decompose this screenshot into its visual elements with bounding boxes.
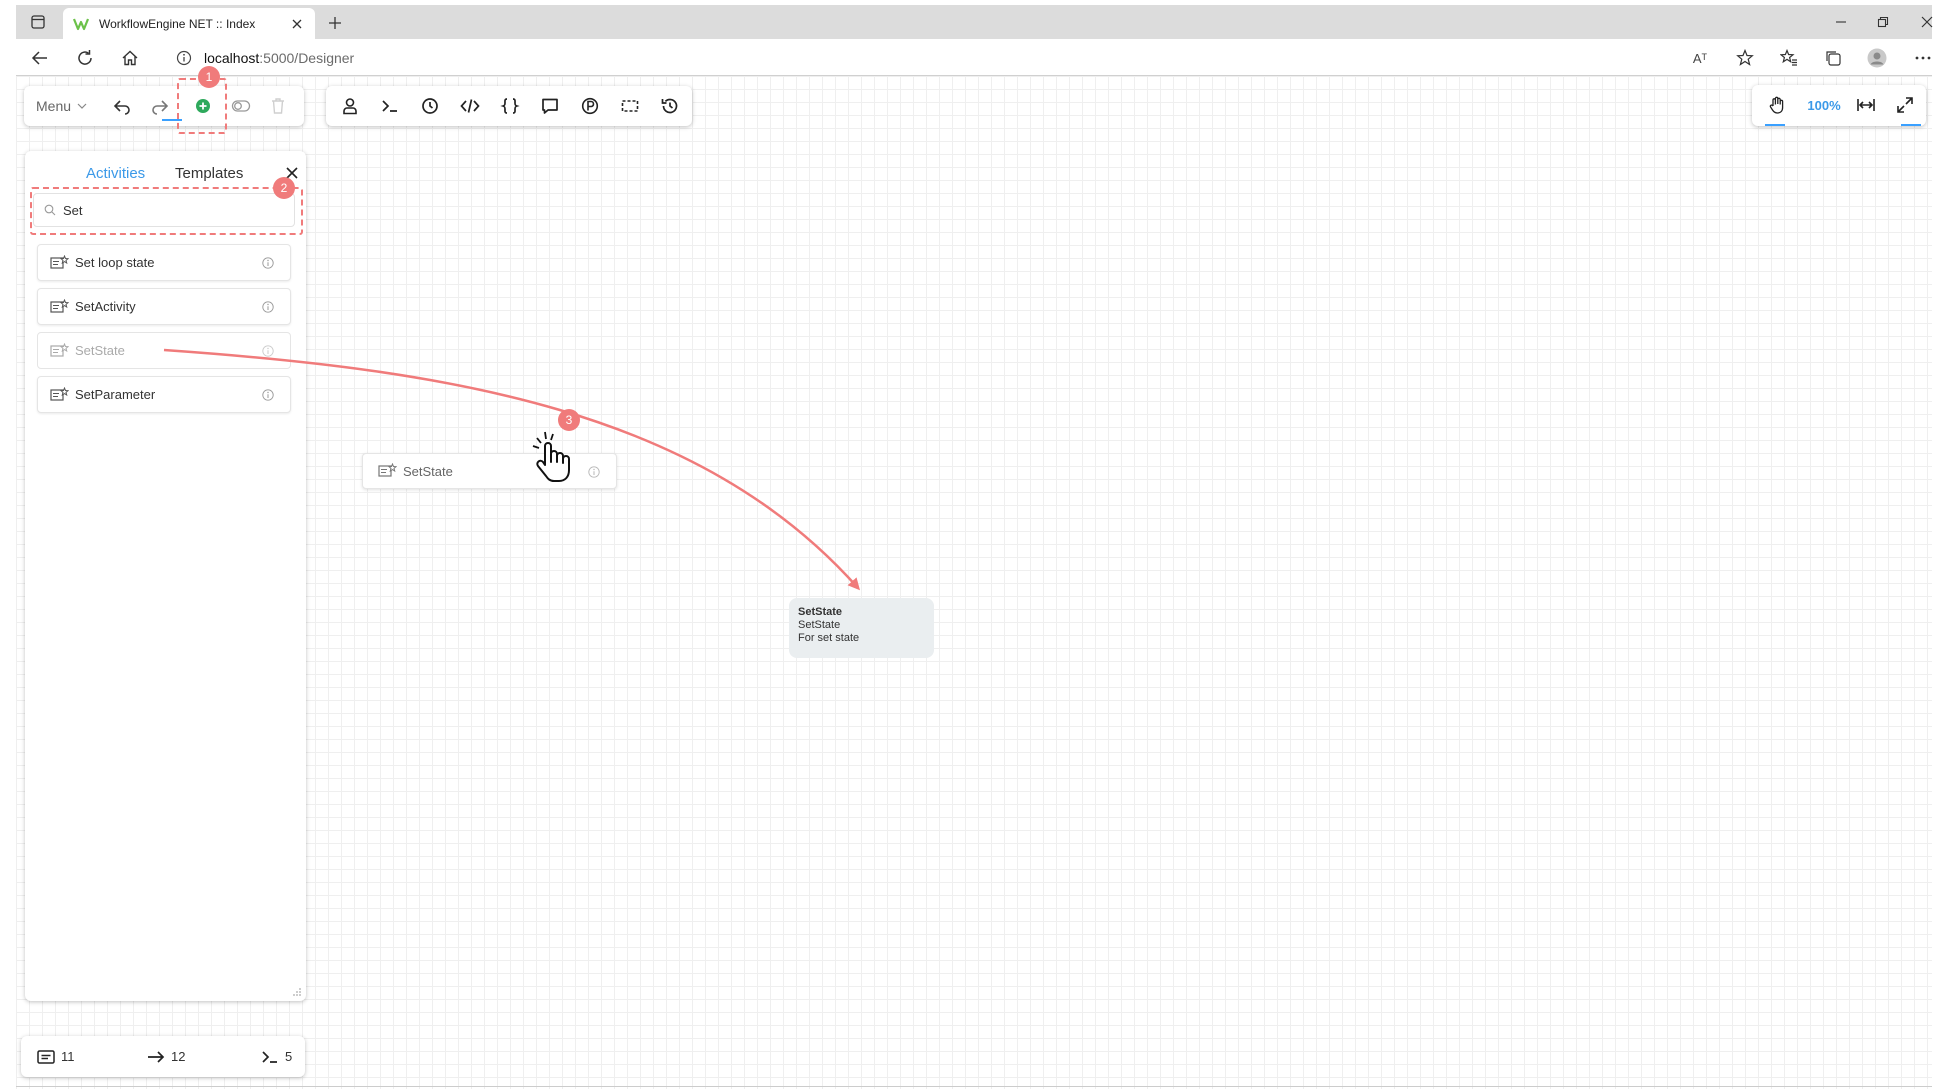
chevron-down-icon (77, 103, 87, 109)
minimize-icon[interactable] (1818, 5, 1864, 39)
read-aloud-label: Aᵀ (1692, 50, 1708, 66)
commands-count-value: 5 (285, 1049, 293, 1064)
transitions-count-value: 12 (171, 1049, 186, 1064)
pan-active-indicator (1765, 124, 1785, 126)
restore-icon[interactable] (1860, 5, 1906, 39)
actor-icon[interactable] (333, 86, 367, 126)
selection-icon[interactable] (613, 86, 647, 126)
activities-icon (37, 1049, 55, 1064)
favorites-icon[interactable] (1774, 44, 1804, 72)
pan-hand-icon[interactable] (1760, 85, 1794, 125)
json-icon[interactable] (493, 86, 527, 126)
step-badge-2: 2 (273, 177, 295, 199)
hand-cursor-icon (532, 431, 570, 482)
activity-item-setstate[interactable]: SetState (37, 332, 291, 369)
back-icon[interactable] (26, 44, 54, 72)
panel-tabs: Activities Templates (25, 159, 306, 187)
info-icon[interactable] (262, 301, 274, 313)
activity-label: SetActivity (75, 299, 136, 314)
history-icon[interactable] (653, 86, 687, 126)
url-host: localhost (204, 49, 260, 66)
comment-icon[interactable] (533, 86, 567, 126)
more-options-icon[interactable] (1908, 44, 1938, 72)
tab-actions-icon[interactable] (26, 11, 50, 33)
refresh-icon[interactable] (71, 44, 99, 72)
undo-icon[interactable] (105, 86, 139, 126)
activity-icon (50, 386, 69, 401)
fullscreen-active-indicator (1901, 124, 1921, 126)
activity-item-setactivity[interactable]: SetActivity (37, 288, 291, 325)
highlight-search (30, 187, 303, 235)
menu-button[interactable]: Menu (36, 86, 87, 126)
close-tab-icon[interactable] (289, 16, 305, 32)
code-icon[interactable] (453, 86, 487, 126)
tab-title: WorkflowEngine NET :: Index (99, 16, 256, 31)
collections-icon[interactable] (1818, 44, 1848, 72)
info-icon[interactable] (262, 257, 274, 269)
ghost-label: SetState (403, 463, 453, 479)
zoom-toolbar: 100% (1752, 85, 1926, 126)
tab-templates[interactable]: Templates (175, 165, 243, 182)
menu-label: Menu (36, 98, 72, 114)
activity-icon (378, 463, 397, 477)
commands-count[interactable]: 5 (261, 1036, 292, 1077)
node-title: SetState (798, 606, 843, 618)
url-field[interactable]: localhost:5000/Designer (162, 42, 1722, 73)
node-type: SetState (798, 619, 841, 631)
activities-count[interactable]: 11 (37, 1036, 75, 1077)
transitions-count[interactable]: 12 (147, 1036, 185, 1077)
activity-item-setparameter[interactable]: SetParameter (37, 376, 291, 413)
tab-activities[interactable]: Activities (86, 165, 145, 182)
activity-icon (50, 298, 69, 313)
site-info-icon[interactable] (176, 50, 192, 66)
stats-bar: 11 12 5 (21, 1036, 305, 1077)
activity-icon (50, 254, 69, 269)
activity-label: Set loop state (75, 255, 155, 270)
home-icon[interactable] (116, 44, 144, 72)
transition-arrow-icon (148, 1050, 165, 1063)
activity-item-set-loop-state[interactable]: Set loop state (37, 244, 291, 281)
info-icon (588, 466, 600, 478)
activity-node[interactable]: SetState SetState For set state (789, 598, 934, 658)
delete-icon[interactable] (261, 86, 295, 126)
info-icon[interactable] (262, 389, 274, 401)
browser-tab-bar: WorkflowEngine NET :: Index (16, 5, 1933, 39)
zoom-level[interactable]: 100% (1802, 85, 1846, 126)
fullscreen-icon[interactable] (1888, 85, 1922, 125)
activity-label: SetParameter (75, 387, 156, 402)
address-bar-row: localhost:5000/Designer Aᵀ (16, 39, 1932, 76)
url-path: :5000/Designer (259, 49, 355, 66)
activity-icon (50, 342, 69, 357)
command-icon (262, 1050, 277, 1063)
node-description: For set state (798, 632, 860, 644)
activity-label: SetState (75, 343, 125, 358)
browser-tab[interactable]: WorkflowEngine NET :: Index (63, 8, 315, 39)
profile-avatar[interactable] (1862, 44, 1892, 72)
workflowengine-logo-icon (73, 18, 89, 30)
command-icon[interactable] (373, 86, 407, 126)
read-aloud-icon[interactable]: Aᵀ (1685, 44, 1715, 72)
new-tab-icon[interactable] (324, 12, 346, 34)
toggle-icon[interactable] (224, 86, 258, 126)
add-favorite-icon[interactable] (1730, 44, 1760, 72)
resize-handle-icon[interactable] (292, 987, 302, 997)
activities-panel: Activities Templates Set Set loop state … (25, 151, 306, 1001)
highlight-add-button (177, 78, 227, 134)
activities-count-value: 11 (61, 1049, 75, 1064)
close-window-icon[interactable] (1904, 5, 1948, 39)
info-icon[interactable] (262, 345, 274, 357)
elements-toolbar (326, 86, 692, 126)
fit-width-icon[interactable] (1849, 85, 1883, 125)
window-bottom-border (16, 1086, 1932, 1087)
timer-icon[interactable] (413, 86, 447, 126)
step-badge-1: 1 (198, 66, 220, 88)
parameter-icon[interactable] (573, 86, 607, 126)
